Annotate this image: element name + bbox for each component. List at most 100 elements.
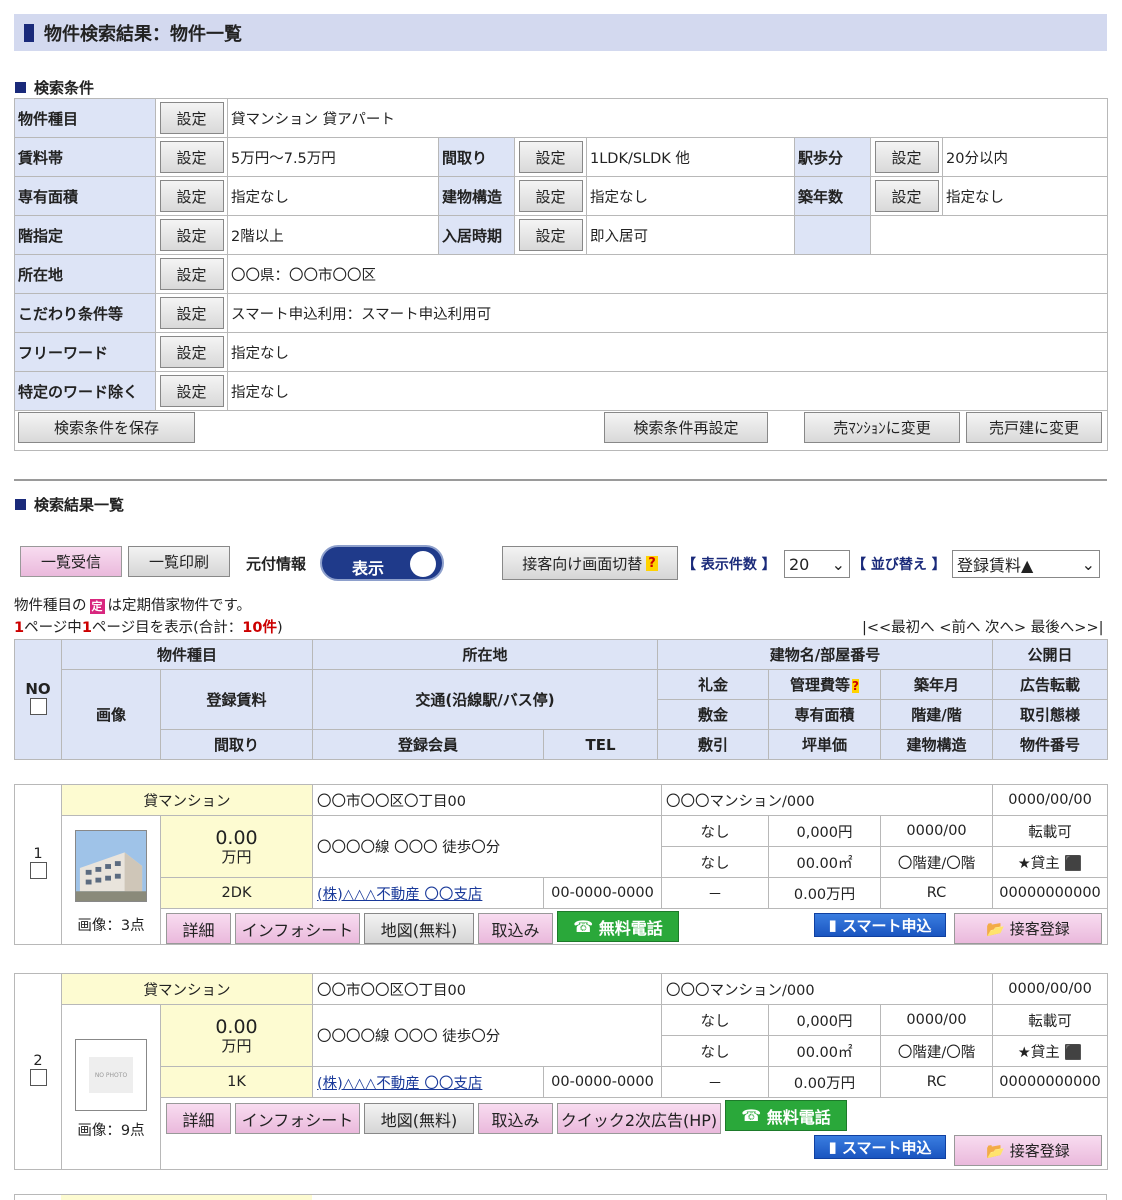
phone-icon: ☎ [741,1106,762,1125]
help-icon[interactable]: ? [646,555,658,571]
struct-set-button[interactable]: 設定 [518,180,583,212]
map-button[interactable]: 地図(無料) [364,1103,474,1134]
layout-value: 1LDK/SLDK 他 [586,137,795,177]
layout-set-button[interactable]: 設定 [518,141,583,173]
source-info-toggle[interactable]: 表示 [320,545,444,581]
title-marker [24,23,34,42]
free-set-button[interactable]: 設定 [159,336,224,368]
loc-set-button[interactable]: 設定 [159,258,224,290]
info-icon[interactable]: ⬛ [1064,856,1082,872]
age-value: 指定なし [941,176,1109,216]
sort-label: 【 並び替え 】 [852,557,946,573]
layout-label: 間取り [438,137,515,177]
excl-label: 特定のワード除く [14,371,156,411]
next-result-edge [14,1194,1107,1200]
empty-cell [869,215,1109,255]
document-icon: ▮ [828,1138,837,1156]
area-label: 専有面積 [14,176,156,216]
folder-icon: 📂 [986,1141,1005,1160]
reset-conditions-button[interactable]: 検索条件再設定 [604,412,768,443]
smart-apply-button[interactable]: ▮ スマート申込 [814,913,946,937]
free-call-button[interactable]: ☎ 無料電話 [725,1100,847,1131]
change-house-button[interactable]: 売戸建に変更 [966,412,1102,443]
list-print-button[interactable]: 一覧印刷 [128,546,230,577]
phone-icon: ☎ [573,917,594,936]
row-actions: 詳細 インフォシート 地図(無料) 取込み クイック2次広告(HP) ☎ 無料電… [166,1100,851,1134]
customer-register-button[interactable]: 📂 接客登録 [954,1135,1102,1166]
free-call-button[interactable]: ☎ 無料電話 [557,911,679,942]
result-toolbar: 一覧受信 一覧印刷 元付情報 表示 接客向け画面切替? 【 表示件数 】 20 ⌄… [20,545,1106,583]
page-title: 物件検索結果：物件一覧 [44,23,242,45]
select-all-checkbox[interactable] [29,698,47,715]
customer-register-button[interactable]: 📂 接客登録 [954,913,1102,944]
free-label: フリーワード [14,332,156,372]
loc-value: 〇〇県：〇〇市〇〇区 [226,254,1109,294]
excl-set-button[interactable]: 設定 [159,375,224,407]
infosheet-button[interactable]: インフォシート [235,1103,360,1134]
info-icon[interactable]: ⬛ [1064,1045,1082,1061]
member-link[interactable]: (株)△△△不動産 〇〇支店 [317,887,482,903]
import-button[interactable]: 取込み [478,913,553,944]
thumb-cell: 画像：3点 [61,815,161,945]
detail-button[interactable]: 詳細 [166,913,231,944]
change-mansion-button[interactable]: 売ﾏﾝｼｮﾝに変更 [804,412,960,443]
hdr-no: NO [14,639,62,760]
document-icon: ▮ [828,916,837,934]
map-button[interactable]: 地図(無料) [364,913,474,944]
row-actions: 詳細 インフォシート 地図(無料) 取込み ☎ 無料電話 [166,911,683,944]
free-value: 指定なし [226,332,1109,372]
age-set-button[interactable]: 設定 [874,180,939,212]
chevron-down-icon: ⌄ [1081,554,1095,574]
count-select[interactable]: 20 ⌄ [784,550,850,578]
infosheet-button[interactable]: インフォシート [235,913,360,944]
quick-ad-button[interactable]: クイック2次広告(HP) [557,1103,721,1134]
page-title-bar: 物件検索結果：物件一覧 [14,14,1107,51]
area-set-button[interactable]: 設定 [159,180,224,212]
loc-label: 所在地 [14,254,156,294]
import-button[interactable]: 取込み [478,1103,553,1134]
type-label: 物件種目 [14,98,156,138]
rent-value: 5万円～7.5万円 [227,137,439,177]
smart-apply-button[interactable]: ▮ スマート申込 [814,1135,946,1159]
pref-label: こだわり条件等 [14,293,156,333]
thumb-cell: NO PHOTO 画像：9点 [61,1004,161,1170]
walk-value: 20分以内 [941,137,1109,177]
row-checkbox[interactable] [29,862,47,879]
help-icon[interactable]: ? [852,679,860,693]
count-label: 【 表示件数 】 [682,557,776,573]
fixed-term-badge: 定 [89,599,105,614]
floor-set-button[interactable]: 設定 [159,219,224,251]
no-photo-placeholder[interactable]: NO PHOTO [75,1039,147,1111]
conditions-heading: 検索条件 [15,77,94,98]
move-value: 即入居可 [586,215,795,255]
empty-label [794,215,871,255]
chevron-down-icon: ⌄ [831,554,845,574]
floor-value: 2階以上 [227,215,439,255]
floor-label: 階指定 [14,215,156,255]
rent-set-button[interactable]: 設定 [159,141,224,173]
struct-value: 指定なし [586,176,795,216]
toggle-knob [410,551,436,577]
age-label: 築年数 [794,176,871,216]
type-value: 貸マンション 貸アパート [226,98,1109,138]
row-checkbox[interactable] [29,1069,47,1086]
row-no: 1 [14,784,62,945]
pref-set-button[interactable]: 設定 [159,297,224,329]
sort-select[interactable]: 登録賃料▲ ⌄ [952,550,1100,578]
member-link[interactable]: (株)△△△不動産 〇〇支店 [317,1076,482,1092]
save-conditions-button[interactable]: 検索条件を保存 [18,412,195,443]
walk-label: 駅歩分 [794,137,871,177]
detail-button[interactable]: 詳細 [166,1103,231,1134]
area-value: 指定なし [227,176,439,216]
move-label: 入居時期 [438,215,515,255]
pager[interactable]: |<<最初へ <前へ 次へ> 最後へ>>| [862,616,1104,637]
building-photo[interactable] [75,830,147,902]
rent-label: 賃料帯 [14,137,156,177]
walk-set-button[interactable]: 設定 [874,141,939,173]
type-set-button[interactable]: 設定 [159,102,224,134]
list-receive-button[interactable]: 一覧受信 [20,546,122,577]
switch-view-button[interactable]: 接客向け画面切替? [502,546,678,580]
move-set-button[interactable]: 設定 [518,219,583,251]
row-no: 2 [14,973,62,1170]
source-info-label: 元付情報 [246,555,307,573]
